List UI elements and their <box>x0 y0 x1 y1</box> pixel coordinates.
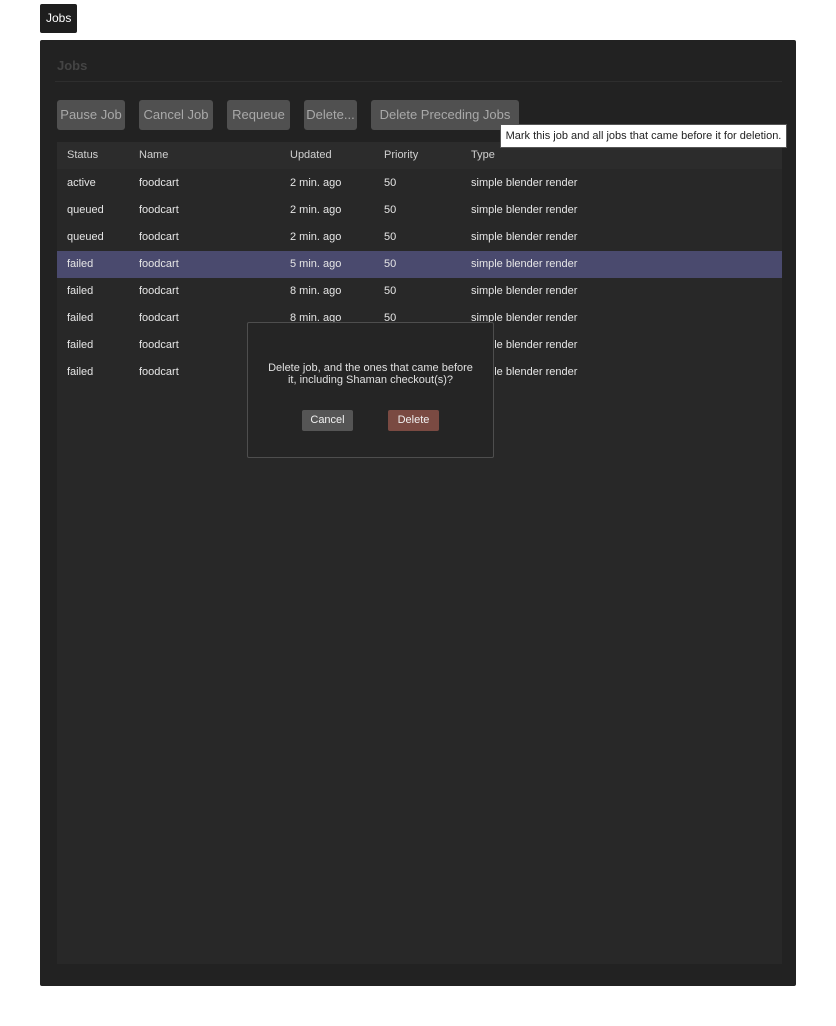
panel-title: Jobs <box>57 58 88 73</box>
cell-priority: 50 <box>384 285 397 297</box>
panel-divider <box>55 81 782 82</box>
cell-priority: 50 <box>384 258 397 270</box>
cell-priority: 50 <box>384 231 397 243</box>
cell-updated: 2 min. ago <box>290 177 342 189</box>
dialog-cancel-button[interactable]: Cancel <box>302 410 353 431</box>
cell-status: failed <box>67 285 94 297</box>
header-status[interactable]: Status <box>67 142 98 169</box>
dialog-delete-button[interactable]: Delete <box>388 410 439 431</box>
cell-type: simple blender render <box>471 177 578 189</box>
table-row[interactable]: queued foodcart 2 min. ago 50 simple ble… <box>57 197 782 224</box>
header-name[interactable]: Name <box>139 142 168 169</box>
cell-name: foodcart <box>139 312 179 324</box>
cell-updated: 2 min. ago <box>290 231 342 243</box>
jobs-panel: Jobs Pause Job Cancel Job Requeue Delete… <box>40 40 796 986</box>
dialog-message: Delete job, and the ones that came befor… <box>268 362 473 386</box>
cell-name: foodcart <box>139 177 179 189</box>
cell-status: active <box>67 177 96 189</box>
cancel-job-button[interactable]: Cancel Job <box>139 100 213 130</box>
cell-name: foodcart <box>139 339 179 351</box>
header-updated[interactable]: Updated <box>290 142 332 169</box>
table-row[interactable]: active foodcart 2 min. ago 50 simple ble… <box>57 170 782 197</box>
cell-name: foodcart <box>139 231 179 243</box>
table-row[interactable]: queued foodcart 2 min. ago 50 simple ble… <box>57 224 782 251</box>
cell-name: foodcart <box>139 258 179 270</box>
cell-name: foodcart <box>139 366 179 378</box>
cell-type: simple blender render <box>471 258 578 270</box>
delete-preceding-jobs-button[interactable]: Delete Preceding Jobs <box>371 100 519 130</box>
delete-preceding-tooltip: Mark this job and all jobs that came bef… <box>500 124 787 148</box>
cell-updated: 2 min. ago <box>290 204 342 216</box>
cell-type: simple blender render <box>471 285 578 297</box>
cell-priority: 50 <box>384 177 397 189</box>
jobs-nav-tab[interactable]: Jobs <box>40 4 78 33</box>
requeue-button[interactable]: Requeue <box>227 100 290 130</box>
cell-updated: 5 min. ago <box>290 258 342 270</box>
cell-priority: 50 <box>384 204 397 216</box>
cell-status: failed <box>67 366 94 378</box>
cell-name: foodcart <box>139 204 179 216</box>
cell-status: failed <box>67 312 94 324</box>
table-row[interactable]: failed foodcart 8 min. ago 50 simple ble… <box>57 278 782 305</box>
cell-status: failed <box>67 339 94 351</box>
header-priority[interactable]: Priority <box>384 142 418 169</box>
cell-type: simple blender render <box>471 204 578 216</box>
cell-status: failed <box>67 258 94 270</box>
cell-updated: 8 min. ago <box>290 285 342 297</box>
cell-status: queued <box>67 231 104 243</box>
header-type[interactable]: Type <box>471 142 495 169</box>
delete-confirm-dialog: Delete job, and the ones that came befor… <box>247 322 494 458</box>
jobs-table: Status Name Updated Priority Type active… <box>57 142 782 964</box>
table-row-selected[interactable]: failed foodcart 5 min. ago 50 simple ble… <box>57 251 782 278</box>
cell-status: queued <box>67 204 104 216</box>
cell-name: foodcart <box>139 285 179 297</box>
delete-button[interactable]: Delete... <box>304 100 357 130</box>
cell-type: simple blender render <box>471 231 578 243</box>
pause-job-button[interactable]: Pause Job <box>57 100 125 130</box>
